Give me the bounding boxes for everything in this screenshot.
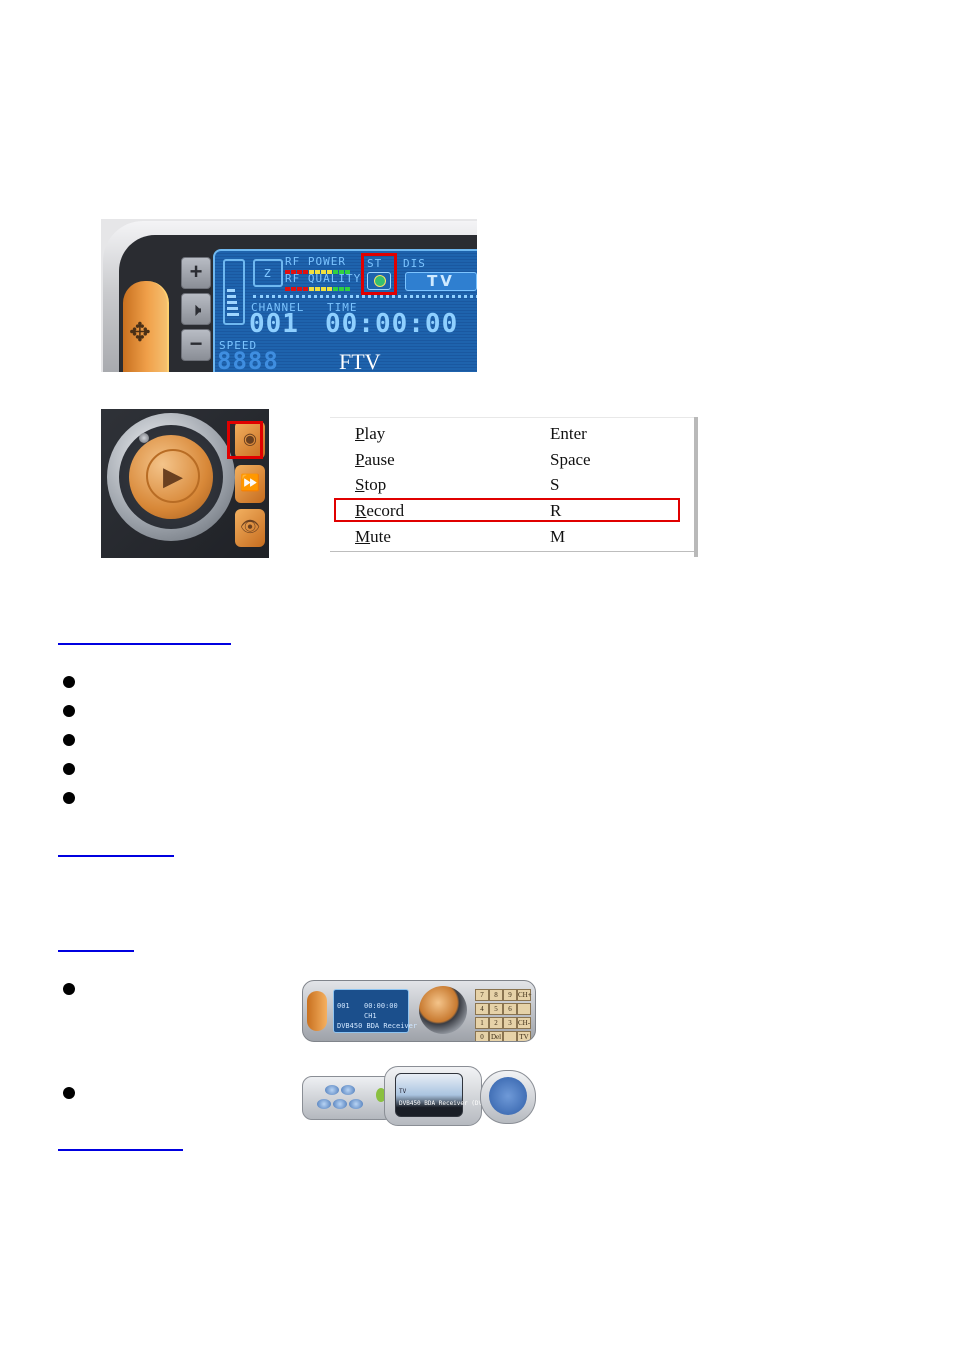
lcd-panel-screenshot: ✥ + 🕨 − z RF POWER RF QUALITY ST DIS TV … — [101, 219, 477, 372]
fast-forward-button[interactable]: ⏩ — [235, 465, 265, 503]
bullet-point — [63, 705, 75, 717]
section-link-1[interactable] — [58, 643, 231, 645]
indicator-led — [139, 433, 149, 443]
menu-item-label: Pause — [355, 450, 395, 469]
menu-item-label: Mute — [355, 527, 391, 546]
keypad-key: 5 — [489, 1003, 503, 1015]
menu-item-shortcut: Enter — [550, 424, 587, 443]
thumb-device-name: DVB450 BDA Receiver — [337, 1022, 418, 1030]
meter-segment — [321, 287, 326, 291]
meter-segment — [285, 287, 290, 291]
bullet-point — [63, 792, 75, 804]
thumb-keypad: 7 8 9 CH+ 4 5 6 1 2 3 CH- 0 Del TV — [475, 989, 532, 1041]
eye-icon: 👁 — [239, 519, 261, 536]
section-link-2[interactable] — [58, 855, 174, 857]
skin-thumbnail-classic[interactable]: 001 00:00:00 CH1 DVB450 BDA Receiver 789… — [302, 980, 536, 1042]
menu-item-shortcut: Space — [550, 450, 591, 469]
fast-forward-icon: ⏩ — [240, 475, 260, 492]
dis-label: DIS — [403, 257, 426, 270]
bullet-point — [63, 676, 75, 688]
keypad-key: 7 — [475, 989, 489, 1001]
speaker-icon: 🕨 — [190, 302, 202, 319]
view-button[interactable]: 👁 — [235, 509, 265, 547]
keypad-key: 0 — [475, 1031, 489, 1041]
thumb-play-dial — [419, 986, 467, 1034]
record-highlight-box — [227, 421, 263, 459]
meter-segment — [327, 287, 332, 291]
volume-level-bar — [223, 259, 245, 325]
keypad-key: TV — [517, 1031, 531, 1041]
menu-top-border — [330, 417, 694, 418]
meter-segment — [339, 287, 344, 291]
keypad-key: 3 — [503, 1017, 517, 1029]
menu-item-pause[interactable]: Pause Space — [330, 446, 694, 471]
menu-item-shortcut: M — [550, 527, 566, 546]
bullet-point — [63, 734, 75, 746]
st-highlight-box — [361, 253, 397, 295]
meter-segment — [291, 287, 296, 291]
play-dial-screenshot: ▶ ◉ ⏩ 👁 — [101, 409, 269, 558]
keypad-key: 8 — [489, 989, 503, 1001]
bullet-point — [63, 983, 75, 995]
bullet-point — [63, 763, 75, 775]
channel-name: FTV — [339, 349, 381, 372]
speed-value: 8888 — [217, 347, 279, 372]
menu-item-mute[interactable]: Mute M — [330, 523, 694, 548]
thumb-remote-screen: TV DVB450 BDA Receiver (DVB) — [384, 1066, 489, 1126]
keypad-key: CH+ — [517, 989, 532, 1001]
keypad-key: 6 — [503, 1003, 517, 1015]
meter-segment — [333, 287, 338, 291]
menu-separator — [330, 551, 694, 552]
menu-item-shortcut: S — [550, 475, 560, 494]
section-link-4[interactable] — [58, 1149, 183, 1151]
bullet-point — [63, 1087, 75, 1099]
lcd-screen: z RF POWER RF QUALITY ST DIS TV CHANNEL … — [213, 249, 477, 372]
meter-segment — [315, 287, 320, 291]
volume-up-button[interactable]: + — [181, 257, 211, 289]
thumb2-device-name: DVB450 BDA Receiver (DVB) — [399, 1100, 490, 1107]
skin-thumbnail-silver[interactable]: TV DVB450 BDA Receiver (DVB) — [302, 1066, 536, 1126]
thumb-channel: 001 — [337, 1002, 350, 1010]
thumb-remote-right — [480, 1070, 536, 1124]
thumb-channel-name: CH1 — [364, 1012, 377, 1020]
channel-number: 001 — [249, 309, 299, 339]
section-link-3[interactable] — [58, 950, 134, 952]
menu-item-stop[interactable]: Stop S — [330, 471, 694, 496]
direction-arrows-icon: ✥ — [129, 317, 151, 347]
thumb2-mode: TV — [399, 1088, 407, 1095]
mute-button[interactable]: 🕨 — [181, 293, 211, 325]
keypad-key: CH- — [517, 1017, 531, 1029]
keypad-key: Del — [489, 1031, 503, 1041]
keypad-key: 2 — [489, 1017, 503, 1029]
keypad-key — [503, 1031, 517, 1041]
menu-item-label: Play — [355, 424, 386, 443]
record-row-highlight — [334, 498, 680, 522]
menu-item-play[interactable]: Play Enter — [330, 420, 694, 445]
thumb-nav-pad — [307, 991, 327, 1031]
play-icon: ▶ — [146, 449, 200, 503]
display-mode-tv[interactable]: TV — [405, 272, 477, 291]
keypad-key — [517, 1003, 531, 1015]
meter-segment — [345, 287, 350, 291]
menu-item-label: Stop — [355, 475, 387, 494]
rf-power-label: RF POWER — [285, 255, 346, 268]
keypad-key: 4 — [475, 1003, 489, 1015]
keypad-key: 1 — [475, 1017, 489, 1029]
rf-quality-meter — [285, 287, 350, 291]
sleep-icon: z — [253, 259, 283, 287]
time-display: 00:00:00 — [325, 309, 459, 339]
volume-down-button[interactable]: − — [181, 329, 211, 361]
meter-segment — [309, 287, 314, 291]
thumb-time: 00:00:00 — [364, 1002, 398, 1010]
meter-segment — [303, 287, 308, 291]
rf-quality-label: RF QUALITY — [285, 272, 362, 285]
shortcut-context-menu: Play Enter Pause Space Stop S Record R M… — [330, 417, 698, 557]
thumb-lcd: 001 00:00:00 CH1 DVB450 BDA Receiver — [333, 989, 417, 1033]
keypad-key: 9 — [503, 989, 517, 1001]
meter-segment — [297, 287, 302, 291]
